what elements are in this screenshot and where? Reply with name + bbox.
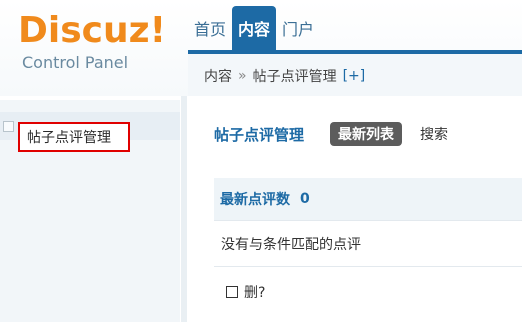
delete-checkbox[interactable]: [226, 286, 238, 298]
nav-portal[interactable]: 门户: [276, 6, 320, 50]
breadcrumb-root[interactable]: 内容: [204, 66, 232, 86]
sidebar: 帖子点评管理: [0, 100, 180, 322]
delete-row: 删?: [226, 282, 265, 302]
tab-latest-list[interactable]: 最新列表: [330, 122, 403, 146]
breadcrumb-separator: »: [238, 68, 247, 84]
stats-count: 0: [300, 191, 310, 207]
logo-subtitle: Control Panel: [22, 53, 129, 72]
add-shortcut-button[interactable]: [+]: [343, 68, 366, 84]
sidebar-item-post-comments[interactable]: 帖子点评管理: [0, 112, 180, 152]
main-content: 帖子点评管理 最新列表 搜索 最新点评数 0 没有与条件匹配的点评 删?: [188, 96, 522, 322]
sidebar-divider: [181, 96, 187, 322]
logo-text: Discuz!: [18, 10, 166, 51]
tab-search[interactable]: 搜索: [420, 124, 448, 144]
empty-message: 没有与条件匹配的点评: [221, 237, 361, 253]
top-nav: 首页 内容 门户: [188, 6, 320, 50]
sidebar-item-label[interactable]: 帖子点评管理: [18, 122, 130, 152]
stats-label: 最新点评数: [220, 192, 290, 208]
breadcrumb-bar: 内容 » 帖子点评管理 [+]: [188, 54, 522, 97]
nav-home[interactable]: 首页: [188, 6, 232, 50]
page-title: 帖子点评管理: [214, 125, 305, 144]
row-divider: [214, 220, 522, 221]
header: Discuz! Control Panel 首页 内容 门户 内容 » 帖子点评…: [0, 0, 522, 97]
delete-label: 删?: [244, 285, 266, 301]
breadcrumb-current: 帖子点评管理: [252, 69, 337, 85]
discuz-logo[interactable]: Discuz! Control Panel: [16, 10, 176, 80]
title-tabs-row: 帖子点评管理 最新列表 搜索: [214, 122, 448, 146]
breadcrumb: 内容 » 帖子点评管理 [+]: [204, 66, 365, 86]
sidebar-item-marker-icon: [3, 121, 14, 132]
row-divider: [214, 266, 522, 267]
stats-bar: 最新点评数 0: [214, 178, 522, 220]
nav-content[interactable]: 内容: [232, 6, 277, 50]
